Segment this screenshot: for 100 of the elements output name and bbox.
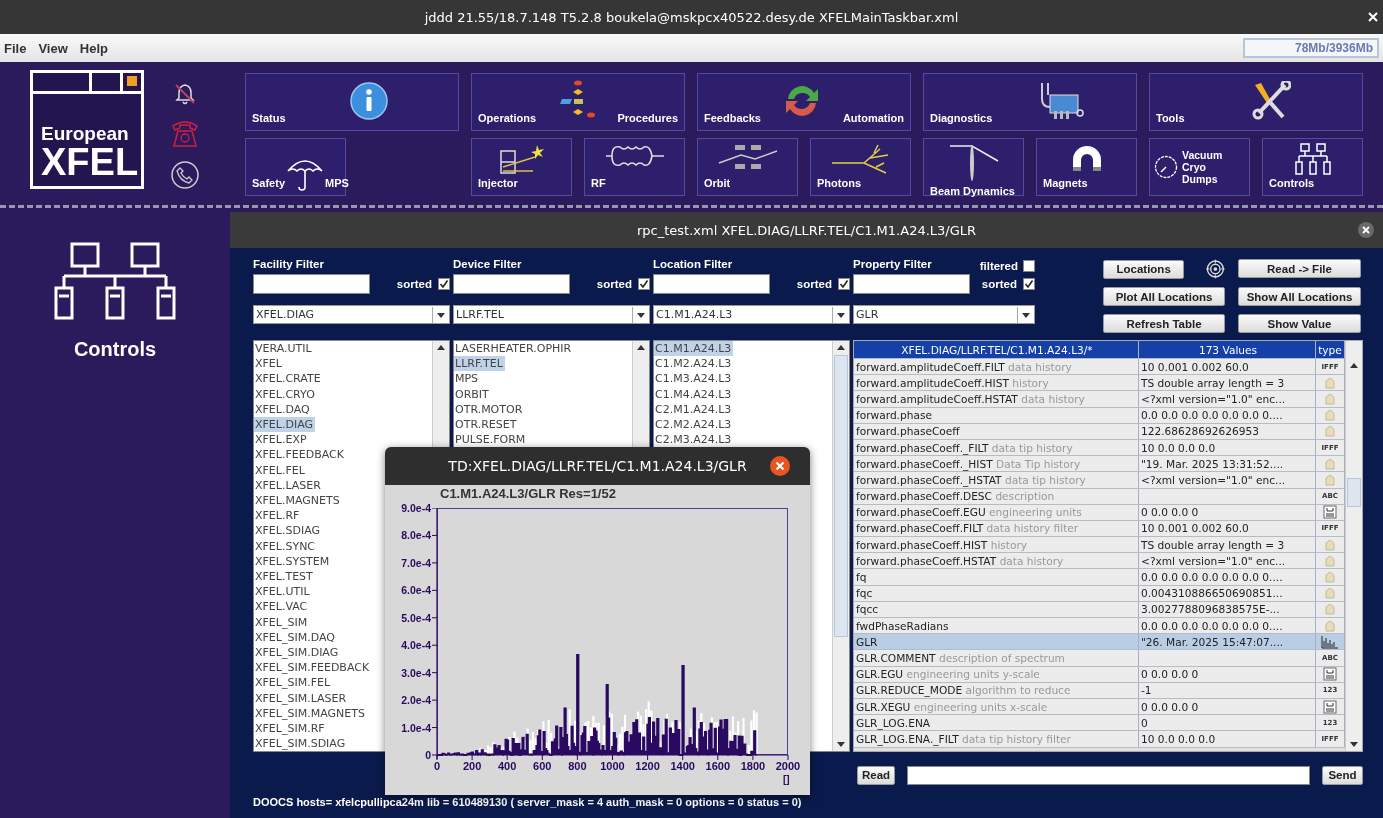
table-cell: 0 0.0 0.0 0: [1139, 666, 1316, 682]
y-tick-label: 2.0e-4: [400, 693, 431, 708]
taskbar-button[interactable]: Diagnostics: [923, 73, 1137, 131]
list-item[interactable]: XFEL_SIM.LASER: [254, 690, 349, 706]
list-item[interactable]: XFEL.VAC: [254, 599, 310, 615]
table-row[interactable]: fwdPhaseRadians 0.0 0.0 0.0 0.0 0.0 0.0 0....: [854, 618, 1345, 635]
list-item[interactable]: LASERHEATER.OPHIR: [454, 341, 574, 357]
list-item[interactable]: ORBIT: [454, 386, 491, 402]
table-row[interactable]: fq 0.0 0.0 0.0 0.0 0.0 0.0 0....: [854, 569, 1345, 586]
dropdown[interactable]: XFEL.DIAG: [253, 305, 450, 324]
list-item[interactable]: C1.M2.A24.L3: [654, 356, 734, 372]
taskbar-button[interactable]: Magnets: [1036, 138, 1137, 196]
table-row[interactable]: forward.phaseCoeff._HIST Data Tip history "19. Mar. 2025 13:31:52....: [854, 456, 1345, 473]
x-tick-label: 800: [567, 760, 588, 772]
list-item[interactable]: XFEL.CRATE: [254, 371, 323, 387]
action-button[interactable]: Plot All Locations: [1103, 287, 1225, 306]
list-item[interactable]: XFEL.TEST: [254, 569, 315, 585]
list-item[interactable]: XFEL.RF: [254, 508, 302, 524]
x-tick-label: 1600: [704, 760, 732, 772]
table-cell: <?xml version="1.0" enc...: [1139, 391, 1316, 407]
list-item[interactable]: XFEL.SYSTEM: [254, 553, 332, 570]
list-item[interactable]: XFEL_SIM.FEL: [254, 675, 333, 691]
list-item[interactable]: PULSE.FORM: [454, 432, 528, 448]
list-item[interactable]: OTR.RESET: [454, 417, 519, 433]
taskbar-button[interactable]: Controls: [1262, 138, 1363, 196]
list-item[interactable]: XFEL.FEEDBACK: [254, 447, 346, 463]
dropdown[interactable]: C1.M1.A24.L3: [653, 305, 850, 324]
taskbar-button[interactable]: Tools: [1149, 73, 1363, 131]
table-row[interactable]: forward.phaseCoeff.HSTAT data history <?xml version="1.0" enc...: [854, 553, 1345, 570]
table-cell: forward.phaseCoeff: [854, 423, 1139, 439]
list-item[interactable]: C1.M3.A24.L3: [654, 371, 734, 387]
plot-title: C1.M1.A24.L3/GLR Res=1/52: [440, 486, 616, 501]
table-row[interactable]: forward.amplitudeCoeff.HIST history TS double array length = 3: [854, 375, 1345, 392]
locations-button[interactable]: Locations: [1103, 259, 1185, 279]
list-item[interactable]: XFEL_SIM.FEEDBACK: [254, 660, 372, 676]
dropdown[interactable]: GLR: [853, 305, 1035, 324]
list-item[interactable]: C2.M3.A24.L3: [654, 432, 734, 448]
list-item[interactable]: OTR.MOTOR: [454, 401, 525, 417]
column-header[interactable]: 173 Values: [1139, 341, 1316, 358]
y-tick-label: 4.0e-4: [400, 638, 431, 653]
taskbar-button[interactable]: RF: [584, 138, 685, 196]
list-item[interactable]: VERA.UTIL: [254, 341, 314, 357]
table-cell: GLR: [854, 634, 1139, 650]
read-button[interactable]: Read: [857, 765, 895, 785]
taskbar-button[interactable]: Orbit: [697, 138, 798, 196]
list-item[interactable]: MPS: [454, 371, 481, 387]
list-item[interactable]: XFEL.FEL: [254, 462, 307, 478]
list-item[interactable]: C2.M1.A24.L3: [654, 401, 734, 417]
y-tick-label: 1.0e-4: [400, 720, 431, 735]
taskbar-button[interactable]: Injector: [471, 138, 572, 196]
list-item[interactable]: C1.M1.A24.L3: [654, 341, 734, 357]
action-button[interactable]: Show Value: [1238, 314, 1361, 333]
dropdown[interactable]: LLRF.TEL: [453, 305, 650, 324]
column-header[interactable]: XFEL.DIAG/LLRF.TEL/C1.M1.A24.L3/*: [854, 341, 1139, 358]
list-item[interactable]: XFEL.UTIL: [254, 584, 312, 600]
action-button[interactable]: Show All Locations: [1238, 287, 1361, 306]
list-item[interactable]: XFEL.LASER: [254, 477, 323, 494]
list-item[interactable]: XFEL.SDIAG: [254, 523, 322, 539]
table-row[interactable]: forward.phaseCoeff.HIST history TS double array length = 3: [854, 537, 1345, 554]
menu-item[interactable]: View: [38, 40, 68, 56]
list-item[interactable]: C2.M2.A24.L3: [654, 417, 734, 433]
list-item[interactable]: XFEL: [254, 356, 284, 372]
action-button[interactable]: Read -> File: [1238, 259, 1361, 278]
taskbar-button[interactable]: Operations Procedures: [471, 73, 685, 131]
action-button[interactable]: Refresh Table: [1103, 314, 1225, 333]
table-cell: forward.phaseCoeff.HSTAT data history: [854, 553, 1139, 569]
taskbar-button[interactable]: Beam Dynamics: [923, 138, 1024, 196]
table-cell: GLR.REDUCE_MODE algorithm to reduce: [854, 682, 1139, 698]
list-item[interactable]: XFEL.MAGNETS: [254, 493, 342, 509]
table-row[interactable]: GLR "26. Mar. 2025 15:47:07....: [854, 634, 1345, 651]
list-item[interactable]: XFEL_SIM.MAGNETS: [254, 705, 367, 722]
table-row[interactable]: forward.amplitudeCoeff.HSTAT data history <?xml version="1.0" enc...: [854, 391, 1345, 408]
table-row[interactable]: forward.phaseCoeff._HSTAT data tip history <?xml version="1.0" enc...: [854, 472, 1345, 489]
list-item[interactable]: XFEL.DAQ: [254, 401, 312, 417]
table-cell: 10 0.001 0.002 60.0: [1139, 359, 1316, 375]
menu-item[interactable]: Help: [79, 40, 108, 56]
sorted-label: sorted: [796, 278, 832, 290]
list-item[interactable]: XFEL_SIM: [254, 614, 310, 630]
taskbar-button[interactable]: Status: [245, 73, 459, 131]
list-item[interactable]: XFEL.CRYO: [254, 386, 317, 402]
list-item[interactable]: LLRF.TEL: [454, 356, 505, 372]
window-title: TD:XFEL.DIAG/LLRF.TEL/C1.M1.A24.L3/GLR: [448, 458, 747, 474]
table-cell: 0 0.0 0.0 0: [1139, 504, 1316, 520]
taskbar-button[interactable]: Feedbacks Automation: [697, 73, 911, 131]
table-cell: 10 0.0 0.0 0.0: [1139, 731, 1316, 747]
filter-label: Device Filter: [453, 258, 523, 272]
taskbar-button[interactable]: Vacuum Cryo Dumps: [1149, 138, 1250, 196]
list-item[interactable]: XFEL_SIM.SDIAG: [254, 736, 348, 752]
x-tick-label: 1400: [669, 760, 696, 772]
list-item[interactable]: XFEL.SYNC: [254, 538, 318, 554]
list-item[interactable]: XFEL_SIM.DIAG: [254, 645, 341, 661]
list-item[interactable]: C1.M4.A24.L3: [654, 386, 734, 402]
menu-item[interactable]: File: [4, 40, 27, 56]
list-item[interactable]: XFEL_SIM.RF: [254, 721, 327, 737]
list-item[interactable]: XFEL.DIAG: [254, 417, 315, 433]
taskbar-button[interactable]: Photons: [810, 138, 911, 196]
list-item[interactable]: XFEL_SIM.DAQ: [254, 629, 337, 646]
x-tick-label: 600: [532, 760, 553, 772]
list-item[interactable]: XFEL.EXP: [254, 432, 309, 448]
send-button[interactable]: Send: [1322, 765, 1363, 785]
